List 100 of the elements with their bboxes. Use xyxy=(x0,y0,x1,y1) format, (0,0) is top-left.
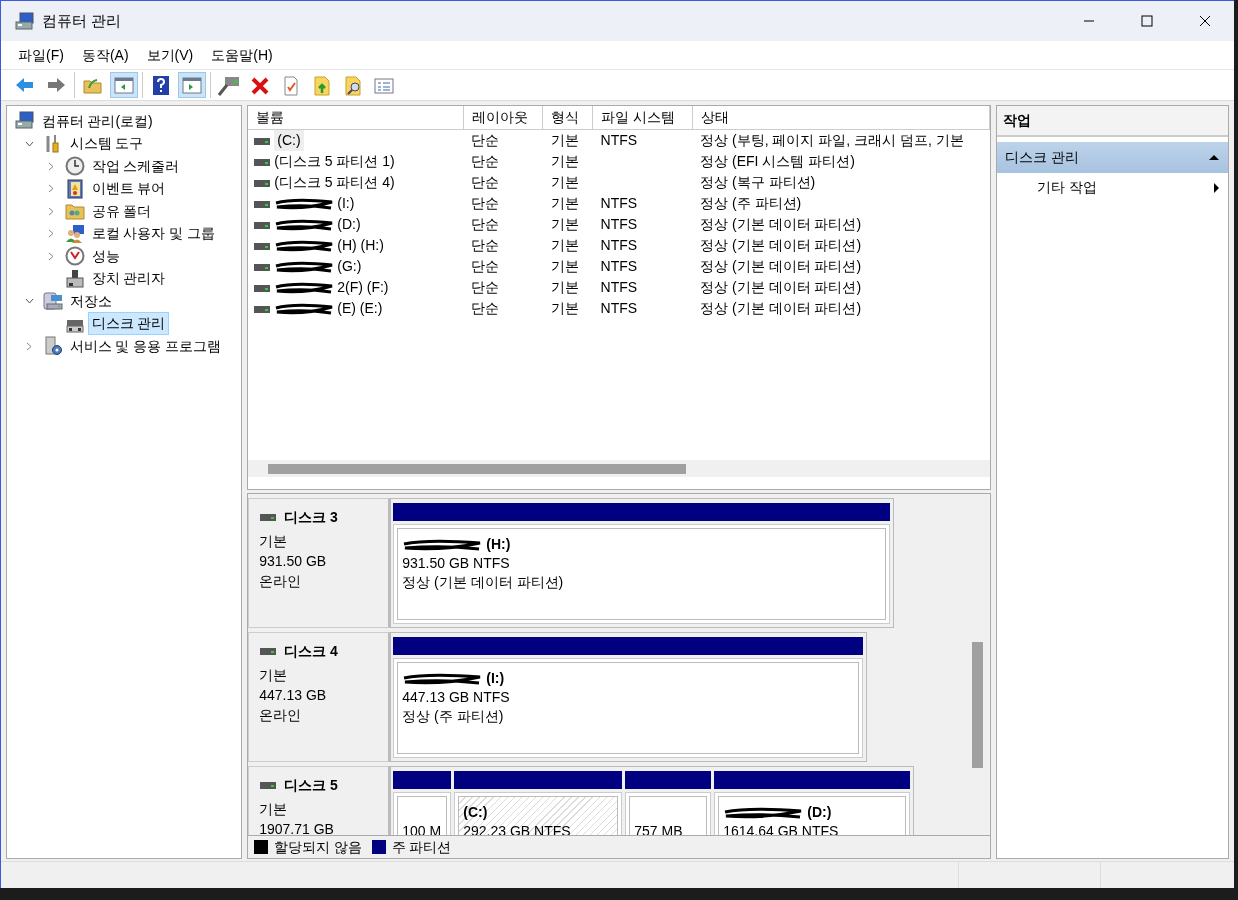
disk-name: 디스크 4 xyxy=(284,642,338,661)
disk-name: 디스크 5 xyxy=(284,776,338,795)
column-header[interactable]: 형식 xyxy=(551,109,580,125)
partition-size: 931.50 GB NTFS xyxy=(402,554,511,573)
tree-item[interactable]: 이벤트 뷰어 xyxy=(87,177,170,201)
toolbar-button[interactable] xyxy=(110,72,138,98)
redaction-scribble xyxy=(274,197,335,210)
volume-name[interactable]: (디스크 5 파티션 4) xyxy=(274,172,395,193)
tree-item[interactable]: 작업 스케줄러 xyxy=(87,154,184,178)
table-cell: 정상 (기본 데이터 파티션) xyxy=(700,300,862,316)
chevron-down-icon xyxy=(24,140,34,147)
drive-icon xyxy=(259,779,278,791)
chevron-right-icon xyxy=(48,184,54,194)
tree-item[interactable]: 성능 xyxy=(87,244,124,268)
disk-info: 온라인 xyxy=(259,571,303,591)
drive-icon xyxy=(259,645,278,657)
partition-box[interactable]: (I:) 447.13 GB NTFS 정상 (주 파티션) xyxy=(397,662,860,754)
table-cell: 기본 xyxy=(550,216,579,232)
disk-info: 기본 xyxy=(259,531,289,551)
gauge-icon xyxy=(64,246,85,267)
table-cell: NTFS xyxy=(600,279,638,295)
column-header[interactable]: 볼륨 xyxy=(256,109,285,125)
table-cell: 단순 xyxy=(471,195,500,211)
partition-name: (H:) xyxy=(486,535,511,554)
volume-name[interactable]: (E) (E:) xyxy=(337,298,383,319)
menu-item[interactable]: 파일(F) xyxy=(9,42,73,68)
table-cell: 단순 xyxy=(471,174,500,190)
action-section[interactable]: 디스크 관리 xyxy=(996,142,1228,173)
maximize-icon xyxy=(1141,15,1153,27)
volume-name[interactable]: (D:) xyxy=(337,214,361,235)
table-cell: 기본 xyxy=(550,237,579,253)
computer-icon xyxy=(15,12,35,30)
disk-info: 기본 xyxy=(259,799,289,819)
table-cell: 정상 (기본 데이터 파티션) xyxy=(700,258,862,274)
column-header[interactable]: 파일 시스템 xyxy=(601,109,675,125)
scrollbar[interactable] xyxy=(268,464,687,474)
column-header[interactable]: 상태 xyxy=(700,109,729,125)
volume-name[interactable]: 2(F) (F:) xyxy=(337,277,389,298)
document-arrow-icon xyxy=(311,74,333,96)
table-cell: 단순 xyxy=(471,237,500,253)
tree-item[interactable]: 저장소 xyxy=(65,289,116,313)
tree-item[interactable]: 컴퓨터 관리(로컬) xyxy=(37,109,157,133)
scrollbar[interactable] xyxy=(971,642,983,768)
volume-name[interactable]: (C:) xyxy=(274,130,304,151)
find-icon xyxy=(342,74,364,96)
chevron-right-icon xyxy=(48,251,54,261)
volume-name[interactable]: (G:) xyxy=(337,256,362,277)
legend-label: 주 파티션 xyxy=(391,837,452,857)
services-icon xyxy=(42,336,63,357)
window-title: 컴퓨터 관리 xyxy=(42,10,122,31)
volume-name[interactable]: (H) (H:) xyxy=(337,235,384,256)
drive-icon xyxy=(259,511,278,523)
tree-item[interactable]: 시스템 도구 xyxy=(65,132,148,156)
submenu-arrow-icon xyxy=(1213,181,1220,194)
computer-icon xyxy=(14,111,35,132)
tree-item[interactable]: 디스크 관리 xyxy=(87,312,170,336)
menu-item[interactable]: 동작(A) xyxy=(72,42,138,68)
tree-item[interactable]: 로컬 사용자 및 그룹 xyxy=(87,222,220,246)
disk-info: 931.50 GB xyxy=(259,551,328,571)
volume-name[interactable]: (I:) xyxy=(337,193,355,214)
tree-item[interactable]: 공유 폴더 xyxy=(87,199,156,223)
partition-status: 정상 (기본 데이터 파티션) xyxy=(402,573,565,592)
partition-size: 447.13 GB NTFS xyxy=(402,688,511,707)
column-header[interactable]: 레이아웃 xyxy=(471,109,528,125)
table-cell: NTFS xyxy=(600,237,638,253)
disk-name: 디스크 3 xyxy=(284,508,338,527)
table-cell: 정상 (기본 데이터 파티션) xyxy=(700,216,862,232)
toolbar-button[interactable] xyxy=(178,72,206,98)
table-cell: 기본 xyxy=(550,153,579,169)
menu-item[interactable]: 보기(V) xyxy=(137,42,203,68)
folder-icon xyxy=(64,201,85,222)
clock-icon xyxy=(64,156,85,177)
disk-info: 1907.71 GB xyxy=(259,819,335,835)
event-log-icon xyxy=(64,178,85,199)
table-cell: 단순 xyxy=(471,216,500,232)
table-cell: 기본 xyxy=(550,300,579,316)
chevron-right-icon xyxy=(48,229,54,239)
pane-title: 작업 xyxy=(996,106,1228,137)
table-cell: 기본 xyxy=(550,279,579,295)
partition-status: 정상 (주 파티션) xyxy=(402,707,505,726)
menu-item[interactable]: 도움말(H) xyxy=(202,42,282,68)
table-cell: NTFS xyxy=(600,216,638,232)
partition-box[interactable]: (H:) 931.50 GB NTFS 정상 (기본 데이터 파티션) xyxy=(397,528,887,620)
chevron-down-icon xyxy=(24,298,34,305)
table-cell: 기본 xyxy=(550,258,579,274)
table-cell: 정상 (기본 데이터 파티션) xyxy=(700,279,862,295)
volume-name[interactable]: (디스크 5 파티션 1) xyxy=(274,151,395,172)
redaction-scribble xyxy=(274,218,335,231)
pane-icon xyxy=(113,74,135,96)
table-cell: 정상 (복구 파티션) xyxy=(700,174,816,190)
disk-info: 447.13 GB xyxy=(259,685,328,705)
table-cell: 기본 xyxy=(550,195,579,211)
table-cell: 단순 xyxy=(471,258,500,274)
table-cell: 단순 xyxy=(471,300,500,316)
plug-icon xyxy=(218,74,240,96)
table-cell: NTFS xyxy=(600,195,638,211)
tree-item[interactable]: 장치 관리자 xyxy=(87,267,170,291)
disk-info: 기본 xyxy=(259,665,289,685)
tree-item[interactable]: 서비스 및 응용 프로그램 xyxy=(65,334,226,358)
partition-name: (D:) xyxy=(807,803,832,822)
